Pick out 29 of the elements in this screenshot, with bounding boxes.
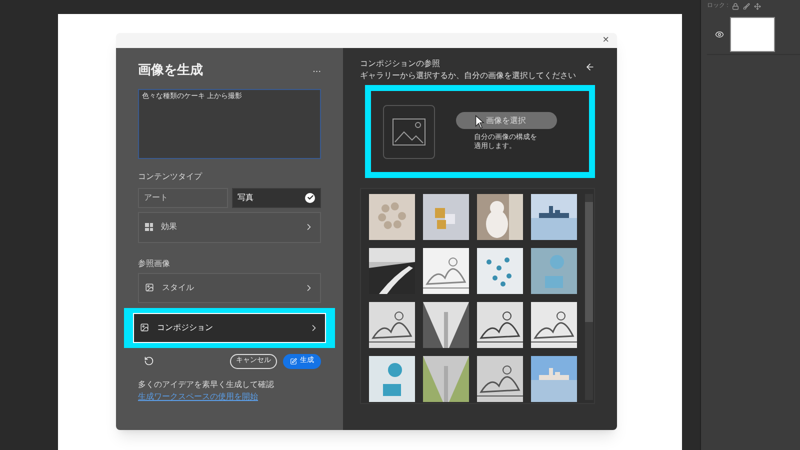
reference-row[interactable]: コンポジション (133, 312, 326, 342)
edit-icon (290, 358, 297, 364)
more-button[interactable]: ... (312, 62, 321, 78)
layer-thumbnail[interactable] (730, 17, 775, 52)
content-type-option[interactable]: 写真 (232, 188, 321, 208)
scrollbar[interactable] (585, 194, 593, 400)
image-icon (140, 323, 149, 332)
close-button[interactable]: × (602, 35, 609, 46)
brush-icon[interactable] (743, 2, 750, 10)
panel-title: コンポジションの参照 (360, 58, 441, 70)
image-icon (145, 283, 154, 292)
content-type-option[interactable]: アート (138, 188, 228, 208)
reference-row[interactable]: スタイル (138, 272, 321, 302)
back-icon[interactable] (585, 62, 595, 72)
check-icon (305, 192, 315, 202)
lock-icon[interactable] (732, 2, 740, 10)
tip-text: 多くのアイデアを素早く生成して確認 (138, 378, 275, 390)
grid-icon (145, 223, 153, 231)
section-label: 参照画像 (138, 258, 171, 270)
panel-subtitle: ギャラリーから選択するか、自分の画像を選択してください (360, 70, 576, 82)
choose-image-button[interactable]: 画像を選択 (456, 112, 556, 129)
dialog-title: 画像を生成 (138, 61, 203, 79)
image-placeholder-icon (383, 104, 435, 158)
effects-row[interactable]: 効果 (138, 212, 321, 242)
visibility-icon[interactable] (715, 30, 724, 39)
cursor-icon (475, 115, 485, 129)
section-label: コンテンツタイプ (138, 170, 204, 182)
move-icon[interactable] (754, 2, 762, 10)
reset-icon[interactable] (144, 356, 154, 366)
